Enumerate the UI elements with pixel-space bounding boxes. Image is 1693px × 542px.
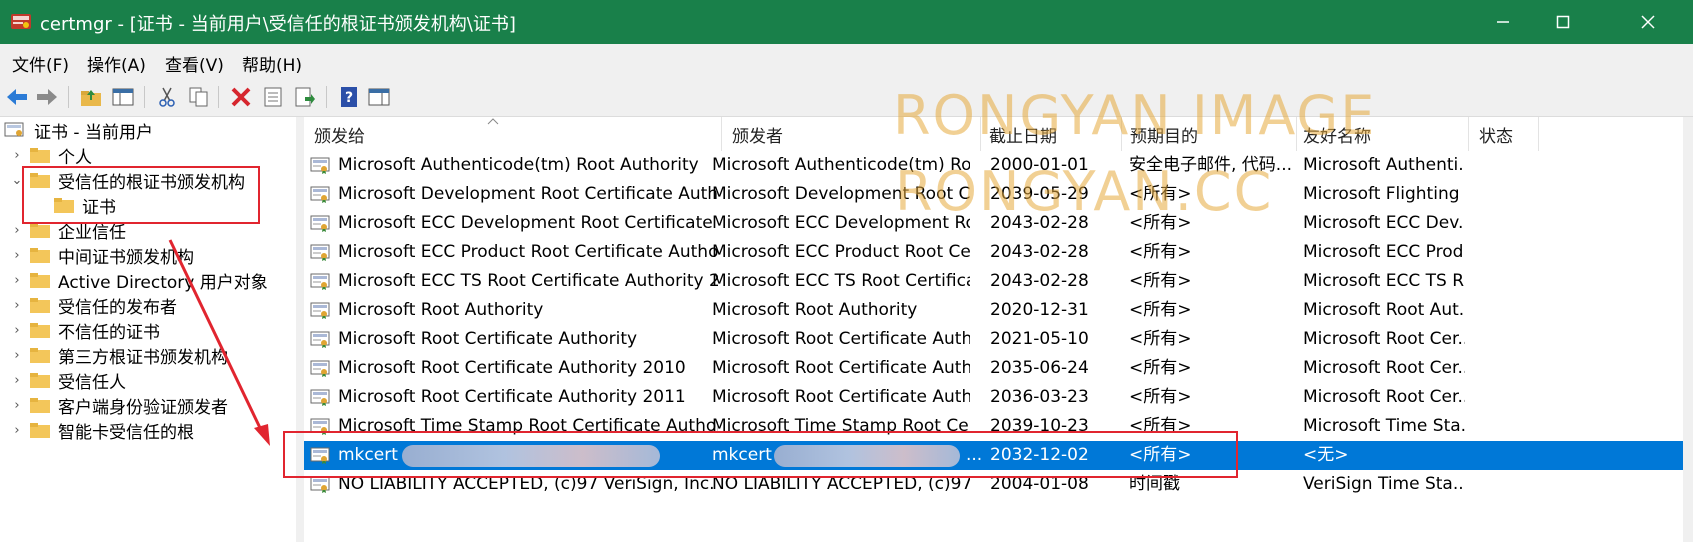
annotation-arrow-icon — [168, 239, 270, 446]
watermark-line-1: RONGYAN IMAGE — [893, 84, 1377, 147]
watermark-line-2: RONGYAN.CC — [895, 160, 1274, 223]
vertical-scrollbar[interactable] — [1683, 117, 1693, 542]
